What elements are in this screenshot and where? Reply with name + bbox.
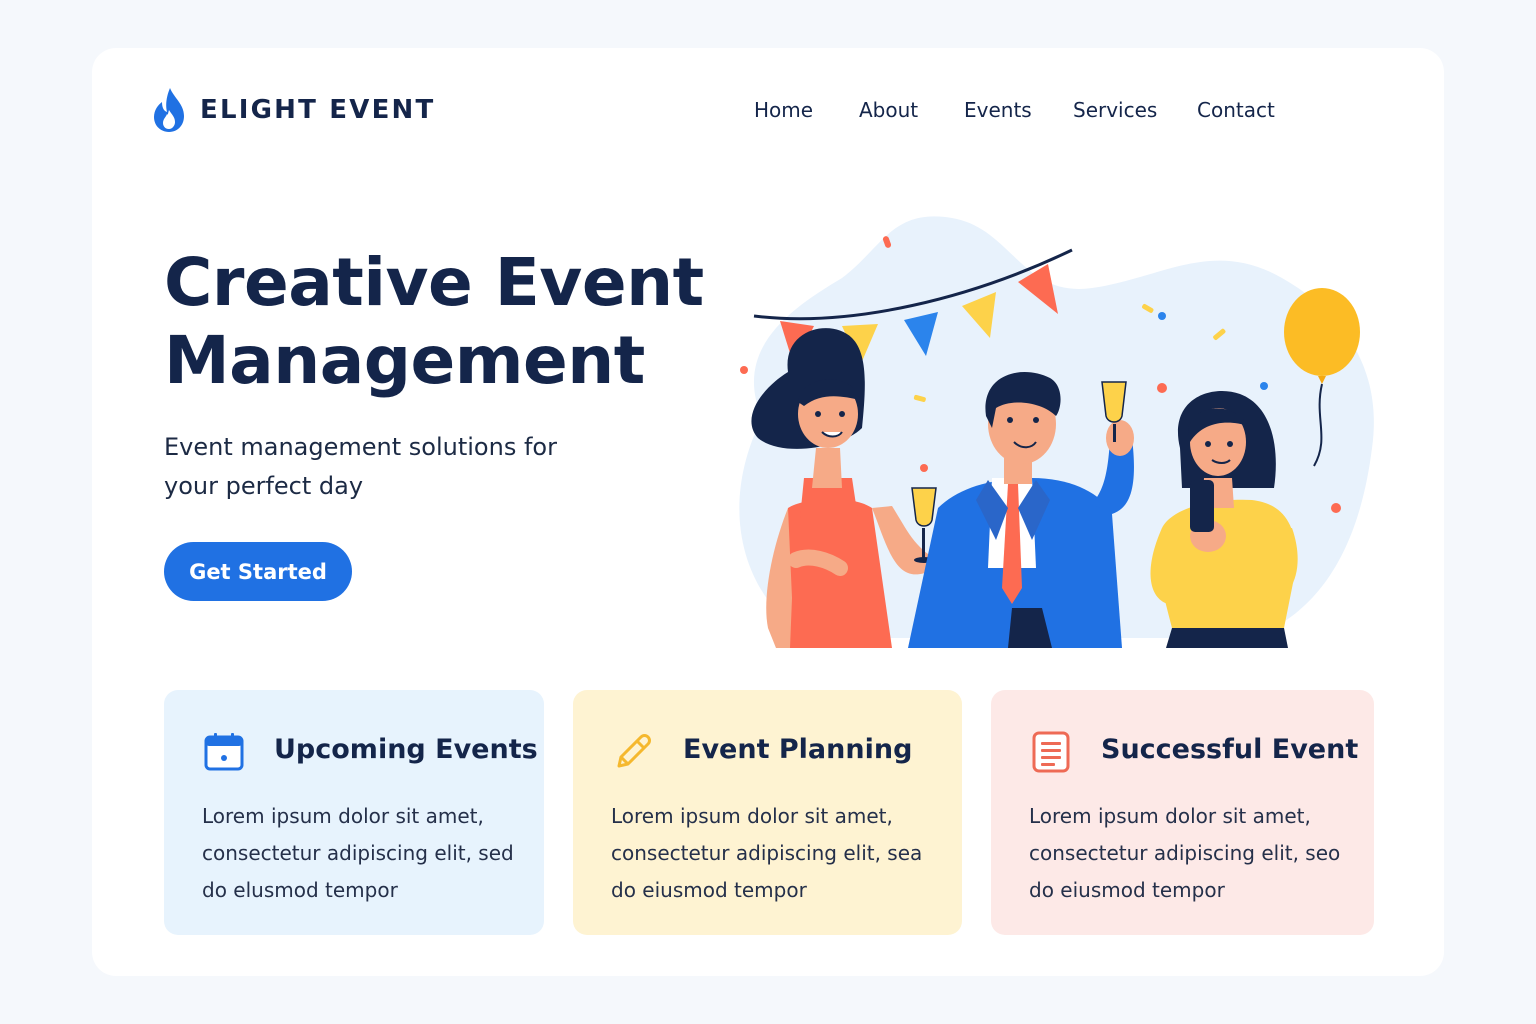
brand-name: ELIGHT EVENT [200, 95, 436, 125]
document-icon [1032, 731, 1070, 773]
calendar-icon [204, 733, 244, 771]
flame-drop-icon [154, 88, 184, 132]
feature-card-event-planning[interactable]: Event Planning Lorem ipsum dolor sit ame… [573, 690, 962, 935]
page-card: ELIGHT EVENT Home About Events Services … [92, 48, 1444, 976]
nav-home[interactable]: Home [754, 98, 813, 122]
get-started-button[interactable]: Get Started [164, 542, 352, 601]
hero-title: Creative Event Management [164, 244, 704, 399]
nav-services[interactable]: Services [1073, 98, 1157, 122]
feature-card-upcoming-events[interactable]: Upcoming Events Lorem ipsum dolor sit am… [164, 690, 544, 935]
feature-title: Successful Event [1101, 734, 1359, 765]
feature-description: Lorem ipsum dolor sit amet, consectetur … [1029, 804, 1341, 902]
feature-description: Lorem ipsum dolor sit amet, consectetur … [611, 804, 923, 902]
feature-title: Upcoming Events [274, 734, 538, 765]
nav-contact[interactable]: Contact [1197, 98, 1275, 122]
feature-description: Lorem ipsum dolor sit amet, consectetur … [202, 804, 514, 902]
feature-title: Event Planning [683, 734, 913, 765]
brand-logo[interactable]: ELIGHT EVENT [152, 86, 435, 134]
pencil-icon [617, 734, 651, 768]
nav-about[interactable]: About [859, 98, 918, 122]
feature-card-successful-event[interactable]: Successful Event Lorem ipsum dolor sit a… [991, 690, 1374, 935]
hero-subtitle: Event management solutions for your perf… [164, 433, 557, 500]
nav-events[interactable]: Events [964, 98, 1032, 122]
party-illustration [739, 216, 1374, 648]
